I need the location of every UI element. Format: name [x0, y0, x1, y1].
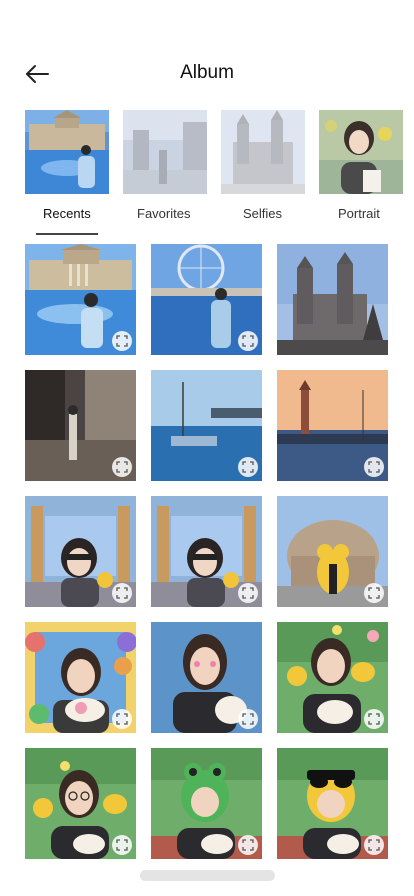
- expand-icon[interactable]: [112, 457, 132, 477]
- tab-recents[interactable]: Recents: [43, 206, 91, 221]
- header: Album: [0, 56, 414, 92]
- tab-selfies[interactable]: Selfies: [243, 206, 282, 221]
- photo-tile[interactable]: [151, 370, 262, 481]
- expand-icon[interactable]: [364, 583, 384, 603]
- tab-portrait[interactable]: Portrait: [338, 206, 380, 221]
- photo-tile[interactable]: [25, 370, 136, 481]
- portrait-album-thumb[interactable]: [319, 110, 403, 194]
- favorites-album-thumb[interactable]: [123, 110, 207, 194]
- photo-tile[interactable]: [25, 748, 136, 859]
- active-tab-indicator: [36, 233, 98, 235]
- expand-icon[interactable]: [238, 709, 258, 729]
- page-title: Album: [180, 62, 234, 83]
- photo-tile[interactable]: [277, 622, 388, 733]
- photo-tile[interactable]: [151, 244, 262, 355]
- expand-icon[interactable]: [238, 835, 258, 855]
- photo-tile[interactable]: [151, 748, 262, 859]
- photo-tile[interactable]: [25, 496, 136, 607]
- album-strip: [25, 110, 414, 194]
- tab-bar: Recents Favorites Selfies Portrait: [0, 206, 414, 236]
- tab-favorites[interactable]: Favorites: [137, 206, 190, 221]
- photo-tile[interactable]: [277, 244, 388, 355]
- expand-icon[interactable]: [238, 457, 258, 477]
- photo-tile[interactable]: [277, 370, 388, 481]
- expand-icon[interactable]: [364, 709, 384, 729]
- expand-icon[interactable]: [112, 331, 132, 351]
- selfies-album-thumb[interactable]: [221, 110, 305, 194]
- expand-icon[interactable]: [112, 583, 132, 603]
- photo-tile[interactable]: [25, 622, 136, 733]
- photo-tile[interactable]: [151, 622, 262, 733]
- expand-icon[interactable]: [238, 331, 258, 351]
- expand-icon[interactable]: [364, 835, 384, 855]
- photo-tile[interactable]: [151, 496, 262, 607]
- recents-album-thumb[interactable]: [25, 110, 109, 194]
- photo-tile[interactable]: [25, 244, 136, 355]
- expand-icon[interactable]: [364, 457, 384, 477]
- photo-tile[interactable]: [277, 748, 388, 859]
- expand-icon[interactable]: [112, 709, 132, 729]
- expand-icon[interactable]: [238, 583, 258, 603]
- expand-icon[interactable]: [112, 835, 132, 855]
- photo-tile[interactable]: [277, 496, 388, 607]
- home-indicator[interactable]: [140, 870, 275, 881]
